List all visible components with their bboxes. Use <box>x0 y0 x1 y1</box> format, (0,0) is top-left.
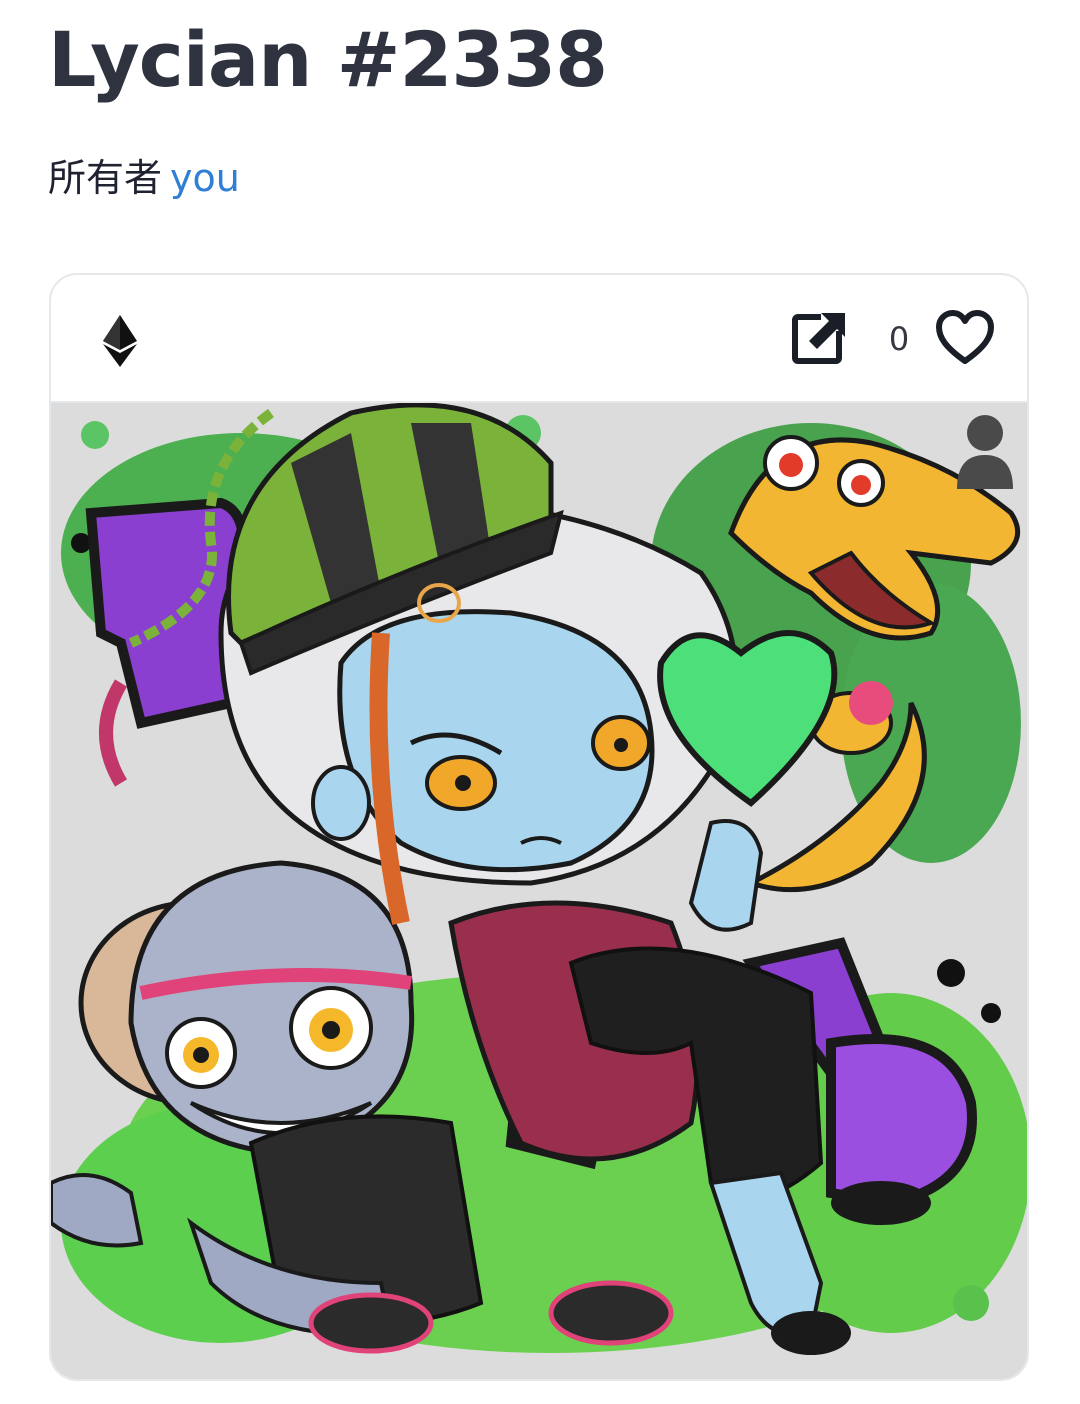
pink-tendril <box>99 679 128 787</box>
heart-outline-icon[interactable] <box>935 309 995 369</box>
page-title: Lycian #2338 <box>48 15 608 104</box>
owner-prefix: 所有者 <box>48 156 163 200</box>
card-header: 0 <box>51 275 1027 403</box>
nft-card: 0 <box>49 273 1029 1381</box>
artwork-illustration <box>51 403 1027 1355</box>
owner-link[interactable]: you <box>170 156 240 200</box>
favorites-count: 0 <box>888 320 910 358</box>
owner-line: 所有者 you <box>48 150 240 206</box>
person-icon <box>957 415 1013 489</box>
ethereum-icon <box>103 315 137 367</box>
nft-artwork[interactable] <box>51 403 1027 1379</box>
open-in-new-icon[interactable] <box>791 311 847 367</box>
